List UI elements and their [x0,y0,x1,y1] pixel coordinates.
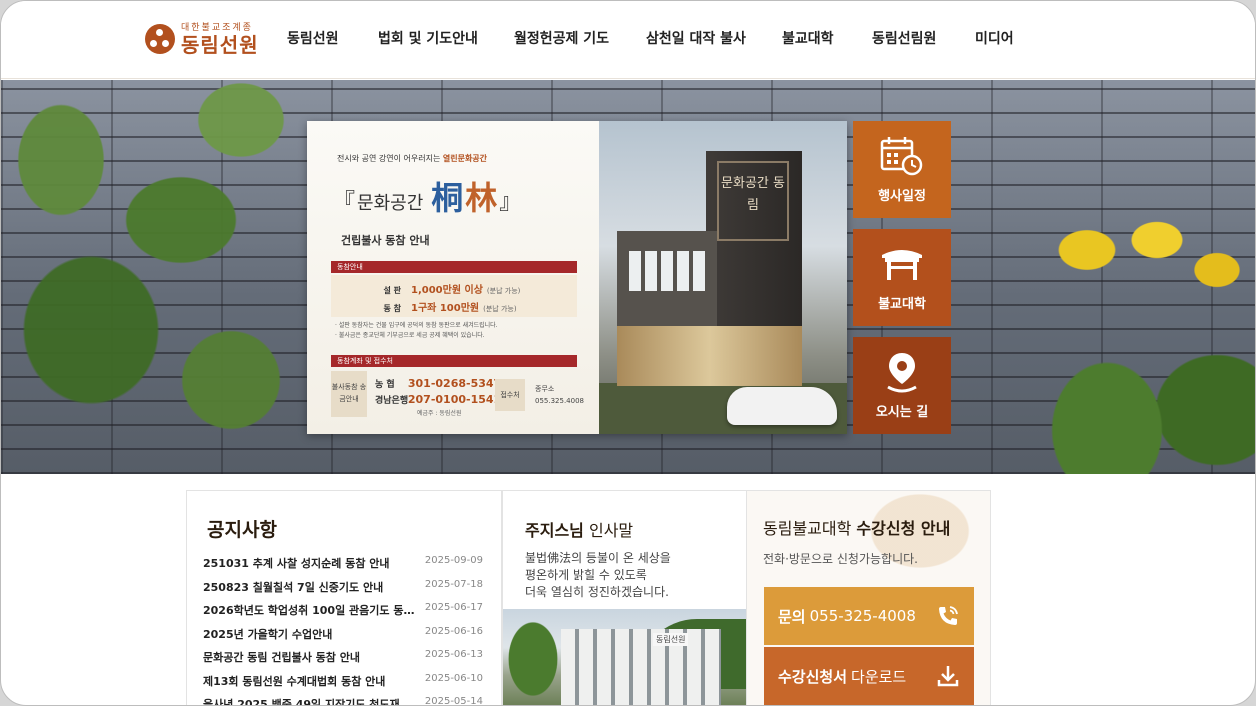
quick-link-college[interactable]: 불교대학 [853,229,951,326]
car-image [727,387,837,425]
foliage-left-image [1,80,301,474]
building-rendering-image: 문화공간 동림 [599,121,847,434]
download-icon [937,666,959,687]
inquiry-phone-button[interactable]: 문의 055-325-4008 [764,587,974,645]
banner-section-accounts: 동참계좌 및 접수처 [331,355,577,367]
banner-section-participation: 동참안내 [331,261,577,273]
nav-item-media[interactable]: 미디어 [975,28,1014,48]
nav-item-dongrim-seonrim[interactable]: 동림선림원 [872,28,936,48]
temple-photo: 동림선원 [503,609,746,705]
nav-item-construction[interactable]: 삼천일 대작 불사 [646,28,746,48]
notice-item[interactable]: 251031 추계 사찰 성지순례 동참 안내 2025-09-09 [203,555,483,579]
main-nav: 동림선원 법회 및 기도안내 월정헌공제 기도 삼천일 대작 불사 불교대학 동… [1,28,1255,48]
notice-item[interactable]: 제13회 동림선원 수계대법회 동참 안내 2025-06-10 [203,673,483,697]
reception-info: 종무소 055.325.4008 [535,385,584,405]
lily-flowers-image [957,200,1255,474]
lecture-title: 동림불교대학 수강신청 안내 [763,519,951,538]
greeting-panel[interactable]: 주지스님 인사말 불법佛法의 등불이 온 세상을 평온하게 밝힐 수 있도록 더… [502,490,747,705]
construction-banner[interactable]: 문화공간 동림 전시와 공연 강연이 어우러지는 열린문화공간 『 문화공간 桐… [307,121,847,434]
phone-icon [939,606,958,625]
calendar-icon [880,137,923,176]
building-sign: 문화공간 동림 [717,161,789,241]
photo-sign: 동림선원 [653,633,689,646]
map-pin-icon [887,353,917,393]
browser-frame: 대한불교조계종 동림선원 동림선원 법회 및 기도안내 월정헌공제 기도 삼천일… [0,0,1256,706]
nav-item-monthly-prayer[interactable]: 월정헌공제 기도 [514,28,609,48]
banner-subtitle: 건립불사 동참 안내 [341,234,430,247]
greeting-title: 주지스님 인사말 [525,521,634,540]
lecture-panel: 동림불교대학 수강신청 안내 전화·방문으로 신청가능합니다. 문의 055-32… [746,490,991,705]
notice-item[interactable]: 문화공간 동림 건립불사 동참 안내 2025-06-13 [203,649,483,673]
account-label: 불사동참 송금안내 [331,371,367,417]
quick-link-label: 불교대학 [878,297,926,312]
banner-notes: · 설판 동참자는 건물 입구에 공덕의 동참 동판으로 새겨드립니다. · 불… [335,322,498,339]
download-form-button[interactable]: 수강신청서 다운로드 [764,647,974,705]
quick-link-label: 행사일정 [878,189,926,204]
quick-link-label: 오시는 길 [875,405,929,420]
banner-tagline: 전시와 공연 강연이 어우러지는 열린문화공간 [337,154,488,163]
lecture-subtitle: 전화·방문으로 신청가능합니다. [763,552,918,566]
banner-row-participate: 동 참 1구좌 100만원 (분납 가능) [383,303,517,314]
account-holder: 예금주 : 동림선원 [417,410,462,417]
banner-title: 『 문화공간 桐林 』 [333,179,522,217]
site-header: 대한불교조계종 동림선원 동림선원 법회 및 기도안내 월정헌공제 기도 삼천일… [1,1,1255,79]
notice-item[interactable]: 을사년 2025 백중 49일 지장기도 천도재 ... 2025-05-14 [203,696,483,705]
notice-list: 251031 추계 사찰 성지순례 동참 안내 2025-09-09 250823… [203,555,483,705]
notice-item[interactable]: 2025년 가을학기 수업안내 2025-06-16 [203,626,483,650]
quick-link-events[interactable]: 행사일정 [853,121,951,218]
nav-item-buddhist-college[interactable]: 불교대학 [782,28,834,48]
notice-panel: 공지사항 251031 추계 사찰 성지순례 동참 안내 2025-09-09 2… [186,490,502,705]
nav-item-dongrim[interactable]: 동림선원 [287,28,339,48]
temple-gate-icon [882,250,922,280]
notice-title[interactable]: 공지사항 [207,515,277,542]
notice-item[interactable]: 2026학년도 학업성취 100일 관음기도 동... 2025-06-17 [203,602,483,626]
hero-section: 문화공간 동림 전시와 공연 강연이 어우러지는 열린문화공간 『 문화공간 桐… [1,80,1255,474]
banner-row-sponsor: 설 판 1,000만원 이상 (분납 가능) [383,285,521,296]
reception-label: 접수처 [495,379,525,411]
nav-item-dharma-service[interactable]: 법회 및 기도안내 [378,28,478,48]
quick-link-directions[interactable]: 오시는 길 [853,337,951,434]
greeting-text: 불법佛法의 등불이 온 세상을 평온하게 밝힐 수 있도록 더욱 열심히 정진하… [525,551,671,599]
notice-item[interactable]: 250823 칠월칠석 7일 신중기도 안내 2025-07-18 [203,579,483,603]
